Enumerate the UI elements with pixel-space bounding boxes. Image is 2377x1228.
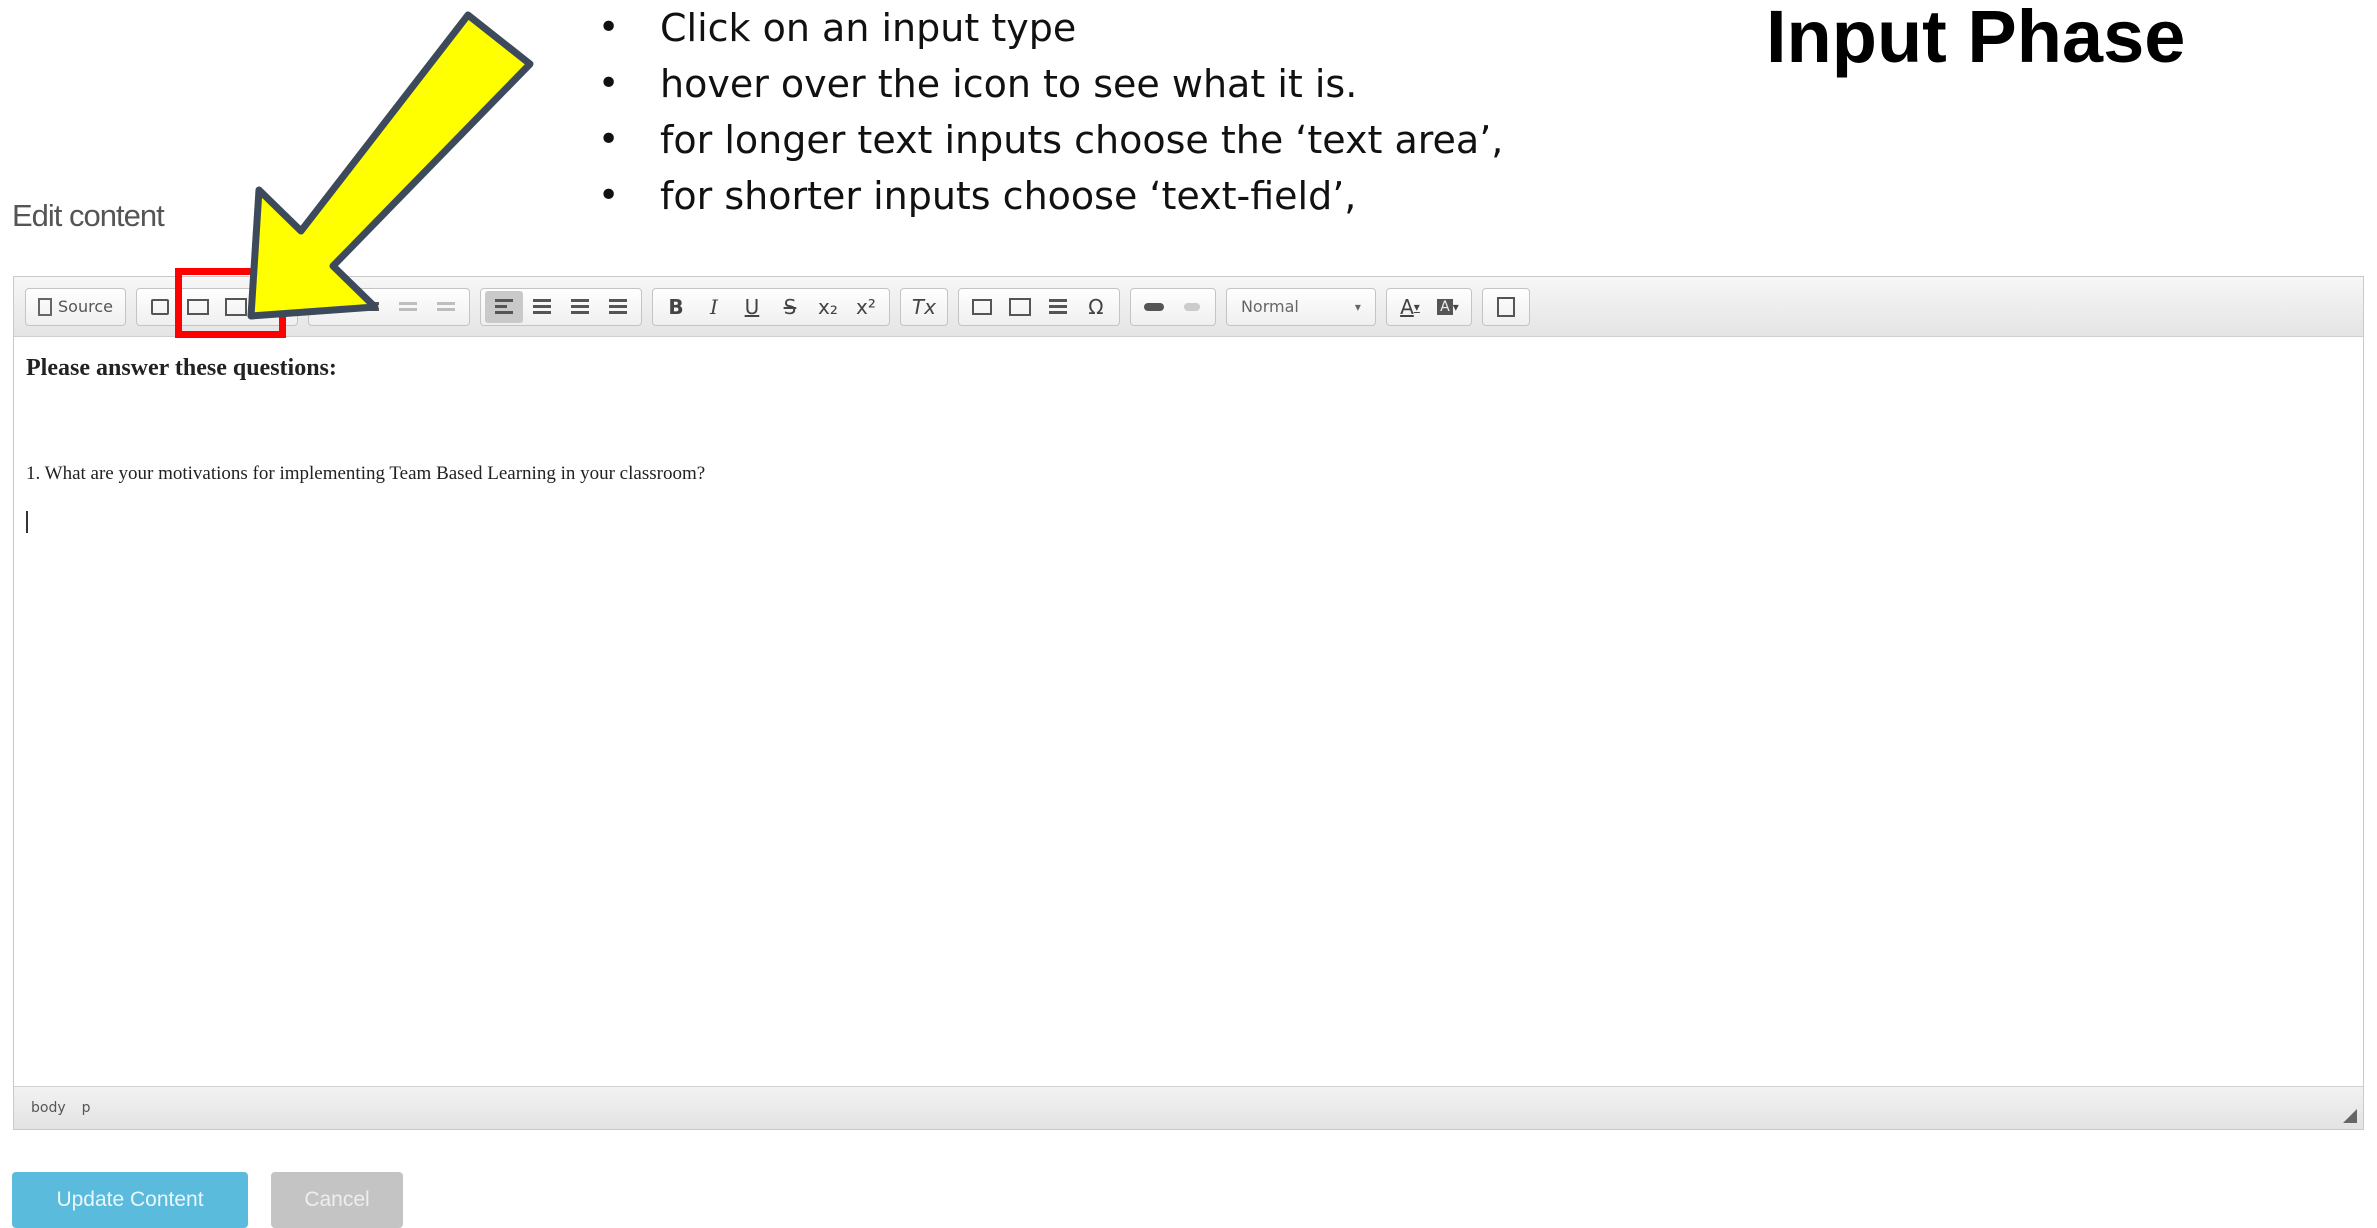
unlink-button[interactable] bbox=[1173, 291, 1211, 323]
link-icon bbox=[1143, 302, 1164, 311]
slide-title: Input Phase bbox=[1766, 0, 2186, 78]
indent-button[interactable] bbox=[427, 291, 465, 323]
chevron-down-icon: ▾ bbox=[1354, 299, 1361, 314]
clipboard-icon bbox=[1496, 296, 1515, 317]
text-color-icon: A bbox=[1400, 294, 1414, 319]
cancel-button[interactable]: Cancel bbox=[271, 1172, 403, 1228]
align-right-button[interactable] bbox=[561, 291, 599, 323]
subscript-button[interactable]: x₂ bbox=[809, 291, 847, 323]
background-color-button[interactable]: A ▾ bbox=[1429, 291, 1467, 323]
toolbar-group-link bbox=[1129, 287, 1216, 326]
toolbar-group-format: Normal ▾ bbox=[1225, 287, 1376, 326]
resize-handle[interactable] bbox=[2343, 1109, 2357, 1123]
instruction-item: hover over the icon to see what it is. bbox=[596, 60, 1503, 116]
content-question: 1. What are your motivations for impleme… bbox=[26, 463, 706, 484]
align-left-icon bbox=[494, 299, 513, 314]
table-button[interactable] bbox=[1001, 291, 1039, 323]
document-icon bbox=[38, 297, 52, 316]
paste-button[interactable] bbox=[1487, 291, 1525, 323]
superscript-button[interactable]: x² bbox=[847, 291, 885, 323]
format-select[interactable]: Normal ▾ bbox=[1231, 291, 1371, 323]
toolbar-group-colors: A ▾ A ▾ bbox=[1385, 287, 1472, 326]
align-left-button[interactable] bbox=[484, 290, 523, 323]
text-color-button[interactable]: A ▾ bbox=[1391, 291, 1429, 323]
text-area-icon bbox=[224, 297, 247, 316]
align-center-button[interactable] bbox=[523, 291, 561, 323]
outdent-button[interactable] bbox=[389, 291, 427, 323]
unlink-icon bbox=[1183, 302, 1200, 311]
justify-icon bbox=[608, 299, 627, 314]
bulleted-list-icon bbox=[360, 302, 379, 311]
align-center-icon bbox=[532, 299, 551, 314]
indent-icon bbox=[436, 302, 455, 311]
underline-button[interactable]: U bbox=[733, 291, 771, 323]
text-area-button[interactable] bbox=[217, 291, 255, 323]
table-icon bbox=[1008, 297, 1031, 316]
toolbar-group-clear: Tx bbox=[899, 287, 948, 326]
numbered-list-icon bbox=[322, 302, 341, 311]
editor-statusbar: body p bbox=[14, 1086, 2363, 1129]
source-label: Source bbox=[58, 297, 113, 316]
element-path-p[interactable]: p bbox=[82, 1100, 91, 1116]
toolbar-group-text: B I U S x₂ x² bbox=[651, 287, 890, 326]
toolbar-group-lists bbox=[307, 287, 470, 326]
radio-icon bbox=[263, 296, 284, 317]
format-select-value: Normal bbox=[1240, 297, 1299, 316]
text-field-button[interactable] bbox=[179, 291, 217, 323]
content-heading: Please answer these questions: bbox=[26, 355, 337, 381]
source-button[interactable]: Source bbox=[30, 291, 121, 323]
italic-button[interactable]: I bbox=[695, 291, 733, 323]
text-field-icon bbox=[186, 298, 209, 315]
bulleted-list-button[interactable] bbox=[351, 291, 389, 323]
edit-content-label: Edit content bbox=[12, 198, 165, 233]
link-button[interactable] bbox=[1135, 291, 1173, 323]
align-right-icon bbox=[570, 299, 589, 314]
background-color-icon: A bbox=[1437, 298, 1453, 315]
image-button[interactable] bbox=[963, 291, 1001, 323]
numbered-list-button[interactable] bbox=[313, 291, 351, 323]
toolbar-group-paste bbox=[1481, 287, 1530, 326]
image-icon bbox=[971, 298, 992, 315]
horizontal-rule-icon bbox=[1048, 299, 1067, 314]
toolbar-group-source: Source bbox=[25, 287, 126, 326]
editor-content-area[interactable]: Please answer these questions: 1. What a… bbox=[14, 337, 2363, 1087]
checkbox-icon bbox=[150, 298, 169, 315]
remove-format-button[interactable]: Tx bbox=[905, 291, 943, 323]
toolbar-group-forms bbox=[135, 287, 298, 326]
instruction-list: Click on an input type hover over the ic… bbox=[596, 4, 1503, 228]
special-char-button[interactable]: Ω bbox=[1077, 291, 1115, 323]
element-path-body[interactable]: body bbox=[31, 1100, 66, 1116]
horizontal-rule-button[interactable] bbox=[1039, 291, 1077, 323]
instruction-item: Click on an input type bbox=[596, 4, 1503, 60]
toolbar-group-align bbox=[479, 287, 642, 326]
strikethrough-button[interactable]: S bbox=[771, 291, 809, 323]
toolbar-group-insert: Ω bbox=[957, 287, 1120, 326]
text-caret bbox=[26, 511, 28, 533]
arrow-shape bbox=[247, 11, 534, 320]
outdent-icon bbox=[398, 302, 417, 311]
radio-input-button[interactable] bbox=[255, 291, 293, 323]
update-content-button[interactable]: Update Content bbox=[12, 1172, 248, 1228]
checkbox-input-button[interactable] bbox=[141, 291, 179, 323]
rich-text-editor: Source B I U S x₂ x² Tx Ω Normal ▾ A ▾ A… bbox=[13, 276, 2364, 1130]
instruction-item: for shorter inputs choose ‘text-field’, bbox=[596, 172, 1503, 228]
justify-button[interactable] bbox=[599, 291, 637, 323]
editor-toolbar: Source B I U S x₂ x² Tx Ω Normal ▾ A ▾ A… bbox=[14, 277, 2363, 337]
bold-button[interactable]: B bbox=[657, 291, 695, 323]
instruction-item: for longer text inputs choose the ‘text … bbox=[596, 116, 1503, 172]
